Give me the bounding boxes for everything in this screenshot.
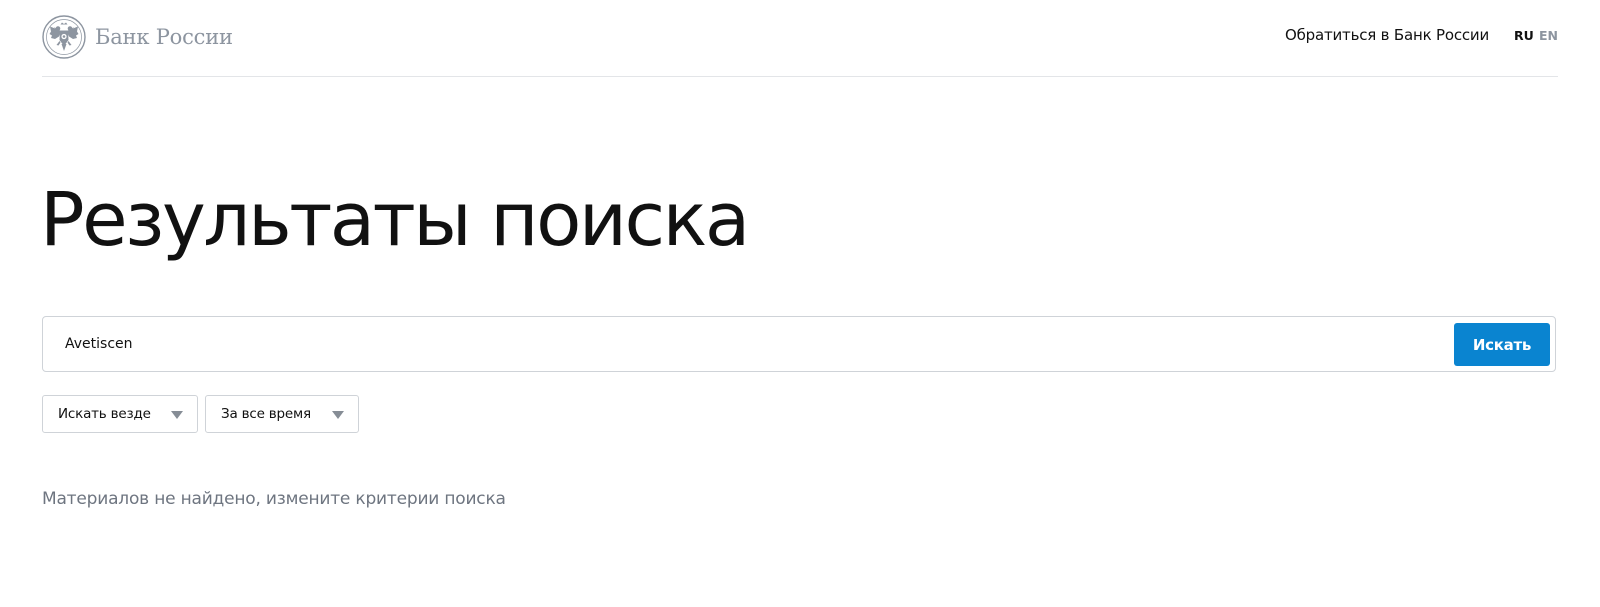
logo-text: Банк России <box>95 25 233 49</box>
chevron-down-icon <box>171 411 183 419</box>
search-scope-dropdown[interactable]: Искать везде <box>42 395 198 433</box>
site-header: Банк России Обратиться в Банк России RU … <box>42 0 1558 77</box>
period-dropdown[interactable]: За все время <box>205 395 359 433</box>
double-headed-eagle-icon <box>42 15 86 59</box>
contact-bank-link[interactable]: Обратиться в Банк России <box>1285 26 1489 44</box>
search-input[interactable] <box>61 317 1441 371</box>
language-ru[interactable]: RU <box>1514 28 1534 43</box>
chevron-down-icon <box>332 411 344 419</box>
logo-link[interactable]: Банк России <box>42 14 233 60</box>
search-button[interactable]: Искать <box>1454 323 1550 366</box>
no-results-message: Материалов не найдено, измените критерии… <box>42 489 506 509</box>
search-box: Искать <box>42 316 1556 372</box>
period-label: За все время <box>221 406 311 422</box>
language-en[interactable]: EN <box>1539 28 1558 43</box>
search-scope-label: Искать везде <box>58 406 151 422</box>
page-title: Результаты поиска <box>40 177 750 263</box>
